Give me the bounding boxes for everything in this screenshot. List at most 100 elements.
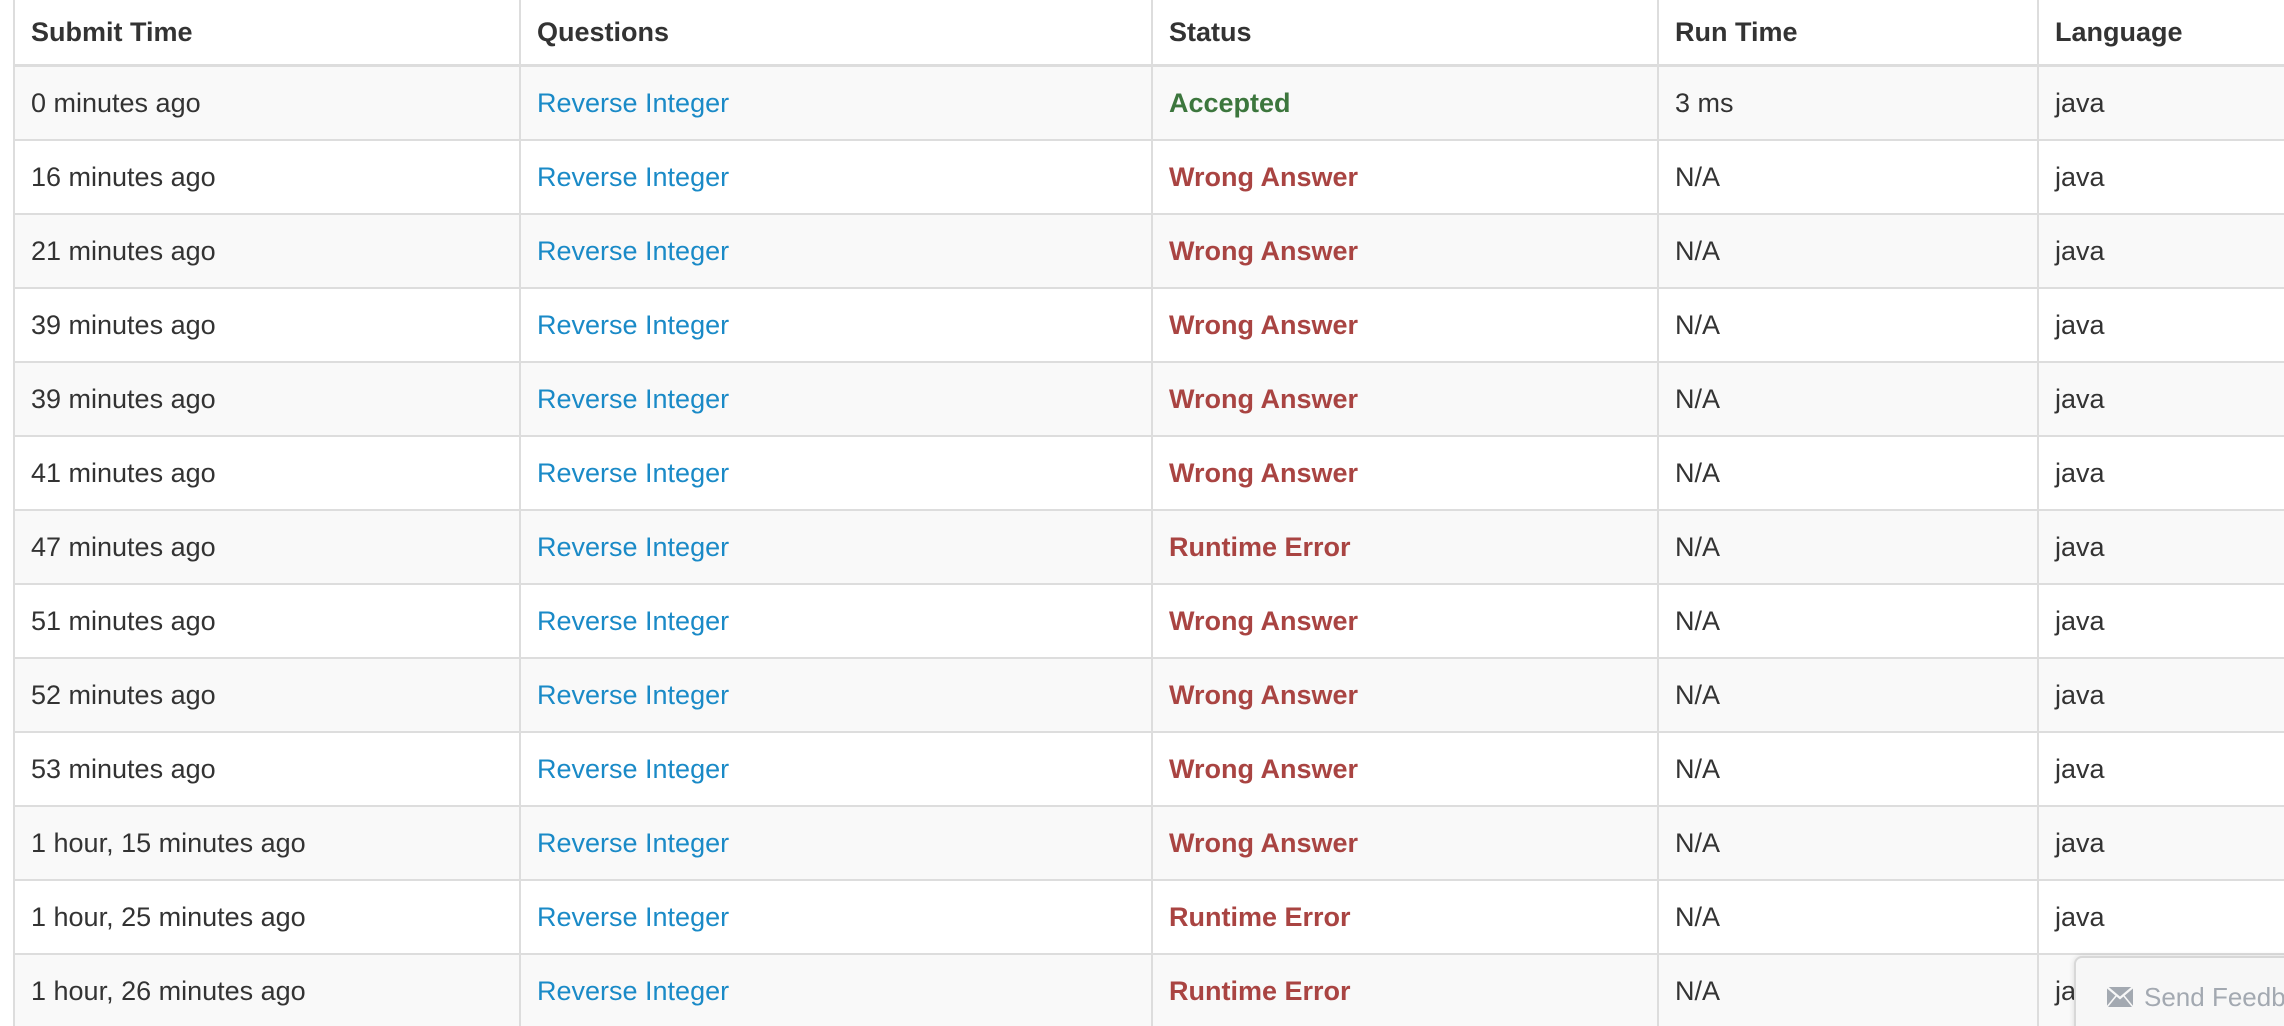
table-row: 53 minutes ago Reverse Integer Wrong Answe… bbox=[13, 731, 2284, 807]
submit-time-cell: 39 minutes ago bbox=[13, 361, 521, 437]
run-time-cell: 3 ms bbox=[1657, 64, 2039, 141]
language-cell: java bbox=[2037, 64, 2284, 141]
run-time-cell: N/A bbox=[1657, 435, 2039, 511]
status-link[interactable]: Wrong Answer bbox=[1169, 162, 1358, 192]
table-row: 21 minutes ago Reverse Integer Wrong Answe… bbox=[13, 213, 2284, 289]
status-link[interactable]: Runtime Error bbox=[1169, 532, 1351, 562]
envelope-icon bbox=[2106, 984, 2134, 1015]
status-cell: Runtime Error bbox=[1151, 879, 1659, 955]
question-cell: Reverse Integer bbox=[519, 583, 1153, 659]
question-cell: Reverse Integer bbox=[519, 435, 1153, 511]
header-language: Language bbox=[2037, 0, 2284, 67]
run-time-cell: N/A bbox=[1657, 805, 2039, 881]
status-link[interactable]: Runtime Error bbox=[1169, 902, 1351, 932]
table-row: 41 minutes ago Reverse Integer Wrong Answe… bbox=[13, 435, 2284, 511]
question-cell: Reverse Integer bbox=[519, 64, 1153, 141]
question-cell: Reverse Integer bbox=[519, 509, 1153, 585]
status-link[interactable]: Runtime Error bbox=[1169, 976, 1351, 1006]
question-cell: Reverse Integer bbox=[519, 953, 1153, 1026]
question-link[interactable]: Reverse Integer bbox=[537, 88, 729, 118]
question-link[interactable]: Reverse Integer bbox=[537, 976, 729, 1006]
status-cell: Wrong Answer bbox=[1151, 583, 1659, 659]
table-row: 51 minutes ago Reverse Integer Wrong Answe… bbox=[13, 583, 2284, 659]
header-row: Submit Time Questions Status Run Time La… bbox=[13, 0, 2284, 67]
submit-time-cell: 53 minutes ago bbox=[13, 731, 521, 807]
status-link[interactable]: Wrong Answer bbox=[1169, 458, 1358, 488]
question-link[interactable]: Reverse Integer bbox=[537, 532, 729, 562]
status-cell: Accepted bbox=[1151, 64, 1659, 141]
question-cell: Reverse Integer bbox=[519, 213, 1153, 289]
status-cell: Wrong Answer bbox=[1151, 361, 1659, 437]
question-link[interactable]: Reverse Integer bbox=[537, 458, 729, 488]
status-link[interactable]: Wrong Answer bbox=[1169, 384, 1358, 414]
status-link[interactable]: Wrong Answer bbox=[1169, 680, 1358, 710]
status-cell: Wrong Answer bbox=[1151, 213, 1659, 289]
submit-time-cell: 52 minutes ago bbox=[13, 657, 521, 733]
language-cell: java bbox=[2037, 361, 2284, 437]
submit-time-cell: 0 minutes ago bbox=[13, 64, 521, 141]
status-cell: Wrong Answer bbox=[1151, 805, 1659, 881]
question-link[interactable]: Reverse Integer bbox=[537, 680, 729, 710]
run-time-cell: N/A bbox=[1657, 361, 2039, 437]
status-link[interactable]: Wrong Answer bbox=[1169, 236, 1358, 266]
status-cell: Wrong Answer bbox=[1151, 731, 1659, 807]
question-link[interactable]: Reverse Integer bbox=[537, 162, 729, 192]
header-run-time: Run Time bbox=[1657, 0, 2039, 67]
question-cell: Reverse Integer bbox=[519, 657, 1153, 733]
question-cell: Reverse Integer bbox=[519, 139, 1153, 215]
question-cell: Reverse Integer bbox=[519, 287, 1153, 363]
status-link[interactable]: Wrong Answer bbox=[1169, 828, 1358, 858]
header-status: Status bbox=[1151, 0, 1659, 67]
submit-time-cell: 21 minutes ago bbox=[13, 213, 521, 289]
send-feedback-label: Send Feedback bbox=[2144, 982, 2284, 1012]
language-cell: java bbox=[2037, 879, 2284, 955]
status-link[interactable]: Wrong Answer bbox=[1169, 310, 1358, 340]
question-cell: Reverse Integer bbox=[519, 805, 1153, 881]
question-cell: Reverse Integer bbox=[519, 879, 1153, 955]
language-cell: java bbox=[2037, 657, 2284, 733]
language-cell: java bbox=[2037, 731, 2284, 807]
language-cell: java bbox=[2037, 139, 2284, 215]
question-link[interactable]: Reverse Integer bbox=[537, 384, 729, 414]
status-link[interactable]: Wrong Answer bbox=[1169, 606, 1358, 636]
submit-time-cell: 1 hour, 25 minutes ago bbox=[13, 879, 521, 955]
question-cell: Reverse Integer bbox=[519, 731, 1153, 807]
question-link[interactable]: Reverse Integer bbox=[537, 754, 729, 784]
language-cell: java bbox=[2037, 583, 2284, 659]
table-row: 1 hour, 25 minutes ago Reverse Integer Run… bbox=[13, 879, 2284, 955]
question-link[interactable]: Reverse Integer bbox=[537, 236, 729, 266]
language-cell: java bbox=[2037, 509, 2284, 585]
submit-time-cell: 51 minutes ago bbox=[13, 583, 521, 659]
status-cell: Runtime Error bbox=[1151, 509, 1659, 585]
run-time-cell: N/A bbox=[1657, 139, 2039, 215]
header-questions: Questions bbox=[519, 0, 1153, 67]
run-time-cell: N/A bbox=[1657, 953, 2039, 1026]
table-header: Submit Time Questions Status Run Time La… bbox=[13, 0, 2284, 67]
table-row: 52 minutes ago Reverse Integer Wrong Answe… bbox=[13, 657, 2284, 733]
table-row: 16 minutes ago Reverse Integer Wrong Answe… bbox=[13, 139, 2284, 215]
send-feedback-button[interactable]: Send Feedback bbox=[2074, 956, 2284, 1026]
run-time-cell: N/A bbox=[1657, 509, 2039, 585]
status-cell: Wrong Answer bbox=[1151, 657, 1659, 733]
table-row: 39 minutes ago Reverse Integer Wrong Answe… bbox=[13, 361, 2284, 437]
language-cell: java bbox=[2037, 435, 2284, 511]
run-time-cell: N/A bbox=[1657, 731, 2039, 807]
status-cell: Wrong Answer bbox=[1151, 287, 1659, 363]
language-cell: java bbox=[2037, 213, 2284, 289]
question-link[interactable]: Reverse Integer bbox=[537, 902, 729, 932]
status-cell: Runtime Error bbox=[1151, 953, 1659, 1026]
run-time-cell: N/A bbox=[1657, 879, 2039, 955]
submissions-page: Submit Time Questions Status Run Time La… bbox=[0, 0, 2284, 1026]
status-link[interactable]: Wrong Answer bbox=[1169, 754, 1358, 784]
table-row: 1 hour, 26 minutes ago Reverse Integer Run… bbox=[13, 953, 2284, 1026]
submit-time-cell: 41 minutes ago bbox=[13, 435, 521, 511]
question-link[interactable]: Reverse Integer bbox=[537, 606, 729, 636]
submit-time-cell: 47 minutes ago bbox=[13, 509, 521, 585]
table-row: 1 hour, 15 minutes ago Reverse Integer Wro… bbox=[13, 805, 2284, 881]
question-link[interactable]: Reverse Integer bbox=[537, 828, 729, 858]
status-link[interactable]: Accepted bbox=[1169, 88, 1291, 118]
table-body: 0 minutes ago Reverse Integer Accepted 3 ms… bbox=[13, 64, 2284, 1026]
submit-time-cell: 1 hour, 26 minutes ago bbox=[13, 953, 521, 1026]
table-row: 47 minutes ago Reverse Integer Runtime Err… bbox=[13, 509, 2284, 585]
question-link[interactable]: Reverse Integer bbox=[537, 310, 729, 340]
